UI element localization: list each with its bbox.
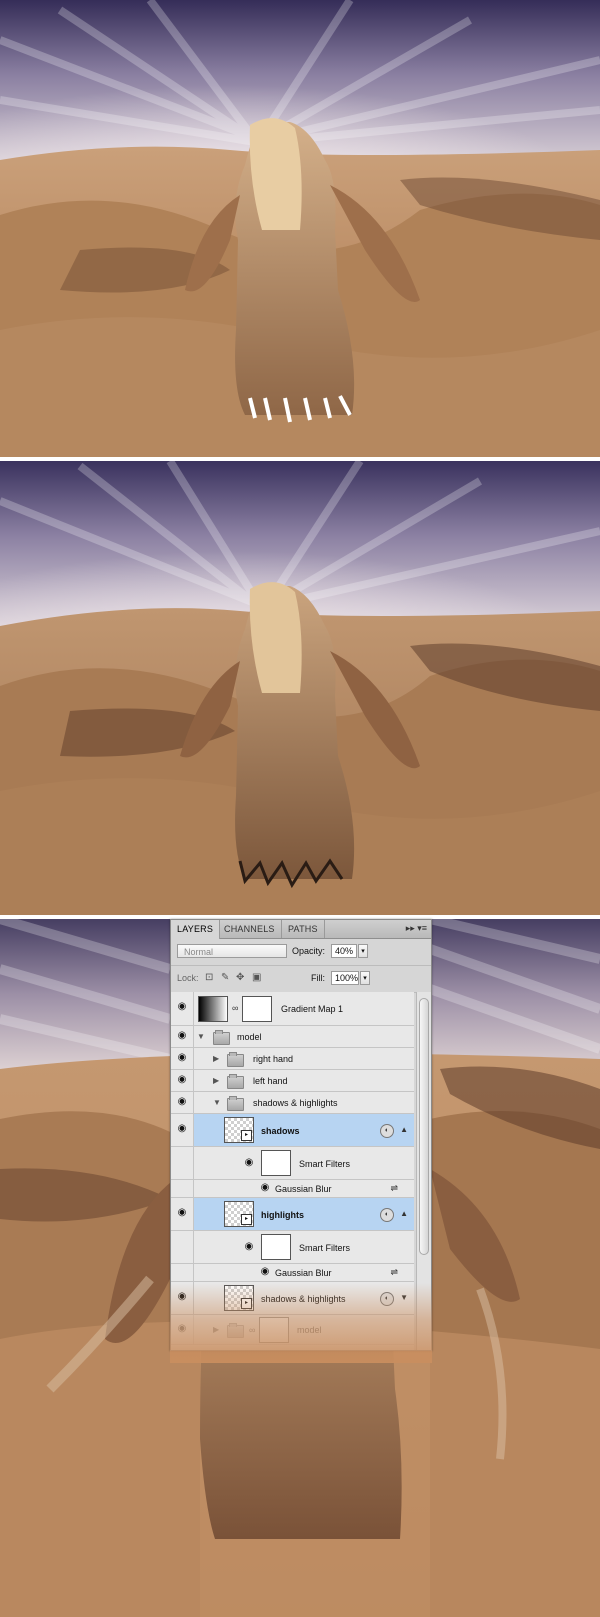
collapse-triangle-icon[interactable]: ▼ xyxy=(213,1098,221,1107)
blend-mode-select[interactable]: Normal xyxy=(177,944,287,958)
desert-scene-1 xyxy=(0,0,600,457)
layer-name: model xyxy=(237,1032,262,1042)
layer-name: right hand xyxy=(253,1054,294,1064)
lock-brush-icon[interactable]: ✎ xyxy=(221,972,229,983)
smart-filters-row[interactable]: ◉ Smart Filters xyxy=(171,1231,414,1264)
eye-icon[interactable]: ◉ xyxy=(174,1030,190,1044)
desert-scene-2 xyxy=(0,461,600,915)
expand-triangle-icon[interactable]: ▶ xyxy=(213,1076,219,1085)
eye-icon[interactable]: ◉ xyxy=(174,1052,190,1066)
tab-layers[interactable]: LAYERS xyxy=(171,920,221,939)
folder-icon xyxy=(227,1074,244,1089)
fill-dropdown-icon[interactable]: ▾ xyxy=(360,971,370,985)
eye-column xyxy=(171,1264,194,1281)
opacity-input[interactable]: 40% xyxy=(331,944,357,958)
group-shadows-highlights[interactable]: ◉ ▼ shadows & highlights xyxy=(171,1092,414,1114)
eye-icon[interactable]: ◉ xyxy=(174,1123,190,1137)
opacity-dropdown-icon[interactable]: ▾ xyxy=(358,944,368,958)
folder-icon xyxy=(213,1030,230,1045)
layer-name: left hand xyxy=(253,1076,288,1086)
smart-filters-row[interactable]: ◉ Smart Filters xyxy=(171,1147,414,1180)
panel-menu-icon[interactable]: ▸▸ ▾≡ xyxy=(406,923,427,934)
lock-transparency-icon[interactable]: ⊡ xyxy=(205,972,213,983)
layer-name: model xyxy=(297,1325,322,1335)
eye-icon[interactable]: ◉ xyxy=(241,1241,257,1255)
layer-highlights[interactable]: ◉ ▸ highlights ◐ ▲ xyxy=(171,1198,414,1231)
gaussian-blur-row[interactable]: ◉ Gaussian Blur ⇌ xyxy=(171,1264,414,1282)
opacity-label: Opacity: xyxy=(292,946,326,956)
filter-mask-thumbnail xyxy=(261,1150,291,1176)
filter-options-icon[interactable]: ⇌ xyxy=(390,1183,398,1194)
eye-icon[interactable]: ◉ xyxy=(257,1182,273,1196)
collapse-arrow-icon[interactable]: ▲ xyxy=(400,1209,408,1218)
layers-scrollbar[interactable] xyxy=(416,992,431,1350)
layer-thumbnail: ▸ xyxy=(224,1285,254,1311)
folder-icon xyxy=(227,1096,244,1111)
blend-row: Normal Opacity: 40% ▾ xyxy=(171,939,431,966)
mask-thumbnail xyxy=(242,996,272,1022)
lock-label: Lock: xyxy=(177,973,199,983)
expand-arrow-icon[interactable]: ▼ xyxy=(400,1293,408,1302)
gradient-thumbnail xyxy=(198,996,228,1022)
group-right-hand[interactable]: ◉ ▶ right hand xyxy=(171,1048,414,1070)
eye-icon[interactable]: ◉ xyxy=(174,1096,190,1110)
layer-shadows[interactable]: ◉ ▸ shadows ◐ ▲ xyxy=(171,1114,414,1147)
eye-column xyxy=(171,1231,194,1263)
eye-icon[interactable]: ◉ xyxy=(174,1291,190,1305)
layer-name: Smart Filters xyxy=(299,1159,351,1169)
eye-icon[interactable]: ◉ xyxy=(241,1157,257,1171)
eye-icon[interactable]: ◉ xyxy=(174,1207,190,1221)
chain-link-icon[interactable]: ∞ xyxy=(232,1003,238,1013)
tab-paths[interactable]: PATHS xyxy=(282,920,325,938)
folder-icon xyxy=(227,1052,244,1067)
layer-gradient-map[interactable]: ◉ ∞ Gradient Map 1 xyxy=(171,992,414,1026)
filter-effects-icon[interactable]: ◐ xyxy=(380,1124,394,1138)
tab-channels[interactable]: CHANNELS xyxy=(218,920,282,938)
smart-object-icon: ▸ xyxy=(241,1130,252,1141)
collapse-triangle-icon[interactable]: ▼ xyxy=(197,1032,205,1041)
eye-icon[interactable]: ◉ xyxy=(174,1001,190,1015)
layer-name: highlights xyxy=(261,1210,304,1220)
layer-name: shadows xyxy=(261,1126,300,1136)
eye-column xyxy=(171,1147,194,1179)
layer-name: Smart Filters xyxy=(299,1243,351,1253)
layer-name: shadows & highlights xyxy=(261,1294,346,1304)
filter-effects-icon[interactable]: ◐ xyxy=(380,1208,394,1222)
eye-icon[interactable]: ◉ xyxy=(174,1323,190,1337)
group-model[interactable]: ◉ ▼ model xyxy=(171,1026,414,1048)
eye-icon[interactable]: ◉ xyxy=(257,1266,273,1280)
lock-move-icon[interactable]: ✥ xyxy=(236,972,244,983)
layer-model[interactable]: ◉ ▶ ∞ model xyxy=(171,1315,414,1345)
eye-column xyxy=(171,1180,194,1197)
smart-object-icon: ▸ xyxy=(241,1214,252,1225)
expand-triangle-icon[interactable]: ▶ xyxy=(213,1325,219,1334)
layer-thumbnail: ▸ xyxy=(224,1117,254,1143)
panel-tab-bar: LAYERS CHANNELS PATHS ▸▸ ▾≡ xyxy=(171,920,431,939)
smart-object-icon: ▸ xyxy=(241,1298,252,1309)
fill-label: Fill: xyxy=(311,973,325,983)
eye-icon[interactable]: ◉ xyxy=(174,1074,190,1088)
collapse-arrow-icon[interactable]: ▲ xyxy=(400,1125,408,1134)
filter-options-icon[interactable]: ⇌ xyxy=(390,1267,398,1278)
layer-name: shadows & highlights xyxy=(253,1098,338,1108)
lock-row: Lock: ⊡ ✎ ✥ ▣ Fill: 100% ▾ xyxy=(171,966,431,993)
layer-shadows-highlights[interactable]: ◉ ▸ shadows & highlights ◐ ▼ xyxy=(171,1282,414,1315)
lock-all-icon[interactable]: ▣ xyxy=(252,972,261,983)
group-left-hand[interactable]: ◉ ▶ left hand xyxy=(171,1070,414,1092)
layer-name: Gradient Map 1 xyxy=(281,1004,344,1014)
scroll-thumb[interactable] xyxy=(419,998,429,1255)
filter-mask-thumbnail xyxy=(261,1234,291,1260)
fill-input[interactable]: 100% xyxy=(331,971,359,985)
layer-name: Gaussian Blur xyxy=(275,1184,332,1194)
mask-thumbnail xyxy=(259,1317,289,1343)
expand-triangle-icon[interactable]: ▶ xyxy=(213,1054,219,1063)
layers-panel: LAYERS CHANNELS PATHS ▸▸ ▾≡ Normal Opaci… xyxy=(170,919,432,1351)
filter-effects-icon[interactable]: ◐ xyxy=(380,1292,394,1306)
layer-name: Gaussian Blur xyxy=(275,1268,332,1278)
layer-thumbnail: ▸ xyxy=(224,1201,254,1227)
layer-list: ◉ ∞ Gradient Map 1 ◉ ▼ model ◉ ▶ right h… xyxy=(171,992,414,1350)
folder-icon xyxy=(227,1323,244,1338)
gaussian-blur-row[interactable]: ◉ Gaussian Blur ⇌ xyxy=(171,1180,414,1198)
chain-link-icon[interactable]: ∞ xyxy=(249,1325,255,1335)
